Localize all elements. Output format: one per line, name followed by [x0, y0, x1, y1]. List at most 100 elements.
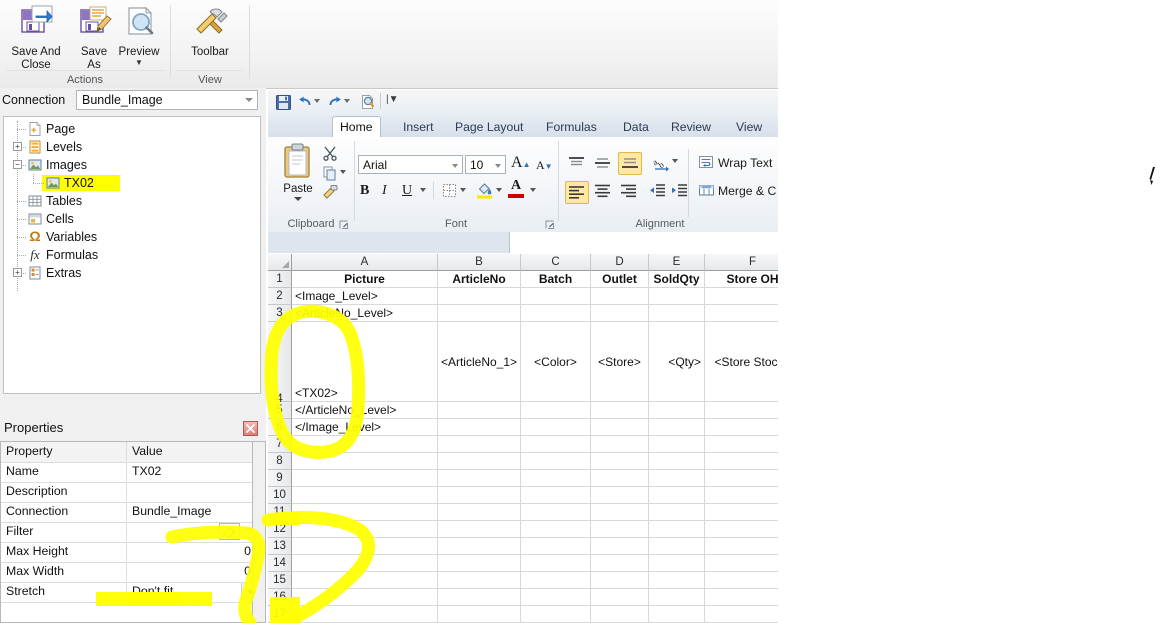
property-row-stretch[interactable]: Stretch Don't fit: [1, 582, 259, 603]
tree-item-variables[interactable]: Ω Variables: [4, 228, 97, 246]
paste-icon[interactable]: [282, 143, 314, 184]
cell-d2[interactable]: [591, 288, 649, 305]
row-header-1[interactable]: 1: [268, 271, 292, 288]
row-header-14[interactable]: 14: [268, 555, 292, 572]
properties-scrollbar[interactable]: [252, 441, 266, 623]
customize-qat-icon[interactable]: |▼: [386, 95, 399, 105]
print-preview-icon[interactable]: [360, 94, 376, 113]
undo-icon[interactable]: [298, 94, 313, 112]
borders-icon[interactable]: [442, 183, 457, 201]
align-middle-icon[interactable]: [593, 155, 612, 174]
cell-e4[interactable]: <Qty>: [649, 322, 705, 402]
tab-insert[interactable]: Insert: [396, 117, 440, 137]
column-header-e[interactable]: E: [649, 254, 705, 271]
font-family-combobox[interactable]: Arial: [358, 155, 463, 174]
tab-view[interactable]: View: [729, 117, 769, 137]
cell-d4[interactable]: <Store>: [591, 322, 649, 402]
underline-button[interactable]: U: [402, 181, 412, 200]
property-row-name[interactable]: Name TX02: [1, 462, 259, 483]
spreadsheet-grid[interactable]: A B C D E F 1 2 3 4 5 6 7 8 9 10 11 12 1…: [268, 254, 778, 623]
properties-grid[interactable]: Property Value Name TX02 Description Con…: [0, 441, 260, 623]
name-box[interactable]: [268, 232, 510, 253]
cell-e6[interactable]: [649, 419, 705, 436]
cell-e3[interactable]: [649, 305, 705, 322]
align-top-icon[interactable]: [567, 155, 586, 174]
row-header-5[interactable]: 5: [268, 402, 292, 419]
cell-a2[interactable]: <Image_Level>: [292, 288, 438, 305]
cell-f6[interactable]: [705, 419, 778, 436]
font-size-combobox[interactable]: 10: [465, 155, 506, 174]
cell-a4[interactable]: <TX02>: [292, 322, 438, 402]
undo-dropdown-arrow[interactable]: [314, 99, 320, 103]
orientation-dropdown-arrow[interactable]: [672, 159, 678, 163]
property-value[interactable]: TX02: [127, 462, 259, 481]
cell-c6[interactable]: [521, 419, 591, 436]
row-header-13[interactable]: 13: [268, 538, 292, 555]
align-center-icon[interactable]: [593, 183, 612, 202]
redo-dropdown-arrow[interactable]: [344, 99, 350, 103]
object-tree[interactable]: Page + Levels − Images TX02 Tables Cells…: [3, 116, 261, 394]
cell-f2[interactable]: [705, 288, 778, 305]
cell-f4[interactable]: <Store Stock>: [705, 322, 778, 402]
orientation-icon[interactable]: a b: [651, 154, 671, 175]
cell-a6[interactable]: </Image_Level>: [292, 419, 438, 436]
row-header-3[interactable]: 3: [268, 305, 292, 322]
align-left-icon[interactable]: [565, 181, 589, 204]
decrease-indent-icon[interactable]: [649, 183, 666, 202]
cell-b3[interactable]: [438, 305, 521, 322]
tree-item-tx02[interactable]: TX02: [4, 174, 120, 192]
font-color-icon[interactable]: A: [508, 179, 524, 198]
row-header-8[interactable]: 8: [268, 453, 292, 470]
eraser-icon[interactable]: [219, 523, 240, 540]
shrink-font-icon[interactable]: A▼: [536, 156, 553, 176]
merge-and-center-button[interactable]: Merge & C: [718, 184, 776, 198]
align-bottom-icon[interactable]: [618, 152, 642, 175]
property-value[interactable]: [127, 482, 259, 501]
save-icon[interactable]: [275, 94, 292, 114]
tab-formulas[interactable]: Formulas: [539, 117, 604, 137]
row-header-16[interactable]: 16: [268, 589, 292, 606]
empty-grid-area[interactable]: [292, 436, 778, 623]
column-header-a[interactable]: A: [292, 254, 438, 271]
property-row-connection[interactable]: Connection Bundle_Image: [1, 502, 259, 523]
formula-input[interactable]: [511, 232, 778, 253]
redo-icon[interactable]: [327, 94, 342, 112]
preview-button[interactable]: Preview ▼: [108, 4, 170, 67]
column-header-c[interactable]: C: [521, 254, 591, 271]
property-value[interactable]: 0: [127, 542, 257, 561]
cell-a3[interactable]: <ArticleNo_Level>: [292, 305, 438, 322]
property-row-max-height[interactable]: Max Height 0: [1, 542, 259, 563]
grow-font-icon[interactable]: A▲: [511, 153, 530, 175]
close-icon[interactable]: [243, 421, 258, 436]
row-header-11[interactable]: 11: [268, 504, 292, 521]
property-row-description[interactable]: Description: [1, 482, 259, 503]
property-row-filter[interactable]: Filter ⋯: [1, 522, 259, 543]
row-header-15[interactable]: 15: [268, 572, 292, 589]
bold-button[interactable]: B: [360, 181, 369, 200]
cell-b2[interactable]: [438, 288, 521, 305]
increase-indent-icon[interactable]: [671, 183, 688, 202]
toolbar-button[interactable]: Toolbar: [176, 4, 244, 59]
cell-c4[interactable]: <Color>: [521, 322, 591, 402]
collapse-minus-icon[interactable]: −: [13, 160, 22, 169]
row-header-7[interactable]: 7: [268, 436, 292, 453]
row-header-17[interactable]: 17: [268, 606, 292, 623]
copy-icon[interactable]: [322, 165, 338, 184]
cell-b6[interactable]: [438, 419, 521, 436]
tree-item-tables[interactable]: Tables: [4, 192, 82, 210]
select-all-corner[interactable]: [268, 254, 292, 271]
paste-dropdown-arrow[interactable]: [294, 197, 302, 201]
borders-dropdown-arrow[interactable]: [460, 188, 466, 192]
cell-c2[interactable]: [521, 288, 591, 305]
cell-f1[interactable]: Store OH: [705, 271, 778, 288]
underline-dropdown-arrow[interactable]: [420, 188, 426, 192]
cell-d3[interactable]: [591, 305, 649, 322]
tab-page-layout[interactable]: Page Layout: [448, 117, 530, 137]
cell-f5[interactable]: [705, 402, 778, 419]
font-dialog-launcher-icon[interactable]: [545, 219, 555, 229]
column-header-f[interactable]: F: [705, 254, 778, 271]
row-header-6[interactable]: 6: [268, 419, 292, 436]
row-header-9[interactable]: 9: [268, 470, 292, 487]
row-header-12[interactable]: 12: [268, 521, 292, 538]
cell-c3[interactable]: [521, 305, 591, 322]
